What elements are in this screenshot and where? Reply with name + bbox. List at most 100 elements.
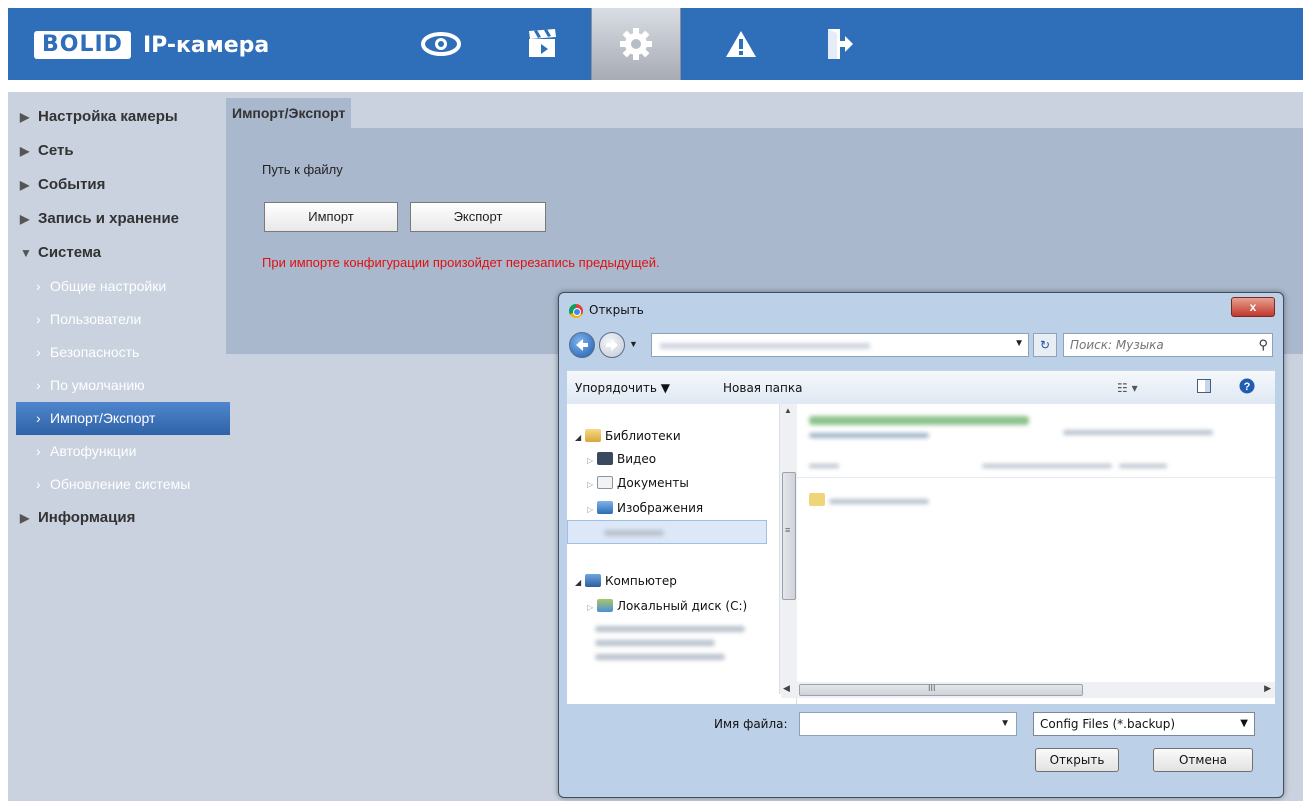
tree-images[interactable]: ▷ Изображения [587, 498, 703, 518]
tree-scrollbar[interactable]: ▲ ≡ ▼ [779, 404, 797, 694]
tree-local-disk[interactable]: ▷ Локальный диск (C:) [587, 596, 747, 616]
sidebar-item-label: Сеть [38, 142, 74, 159]
search-icon: ⚲ [1258, 337, 1268, 352]
scroll-left-icon[interactable]: ◀ [783, 683, 790, 694]
file-type-select[interactable]: Config Files (*.backup) ▼ [1033, 712, 1255, 736]
tree-label: Документы [616, 476, 689, 490]
nav-alarm-button[interactable] [696, 8, 786, 80]
scroll-up-icon[interactable]: ▲ [784, 406, 792, 415]
logo: BOLID IP-камера [34, 30, 269, 60]
sidebar-sub-update[interactable]: › Обновление системы [8, 468, 230, 501]
sidebar-item-label: События [38, 176, 106, 193]
sidebar-item-label: Настройка камеры [38, 108, 178, 125]
sidebar-item-camera[interactable]: ▶ Настройка камеры [8, 100, 230, 134]
sidebar-item-network[interactable]: ▶ Сеть [8, 134, 230, 168]
filename-label: Имя файла: [714, 717, 788, 731]
history-dropdown-icon[interactable]: ▼ [629, 339, 638, 349]
expand-arrow-icon: ▷ [587, 480, 594, 489]
sidebar-item-info[interactable]: ▶ Информация [8, 501, 230, 535]
triangle-right-icon: ▶ [20, 144, 30, 158]
sidebar-item-storage[interactable]: ▶ Запись и хранение [8, 202, 230, 236]
file-type-value: Config Files (*.backup) [1040, 717, 1176, 731]
tree-computer[interactable]: ◢ Компьютер [575, 571, 677, 591]
new-folder-button[interactable]: Новая папка [723, 381, 802, 395]
sidebar-item-system[interactable]: ▼ Система [8, 236, 230, 270]
sidebar-sub-defaults[interactable]: › По умолчанию [8, 369, 230, 402]
search-box[interactable]: ⚲ [1063, 333, 1273, 357]
tree-blurred-items [595, 626, 745, 660]
tree-documents[interactable]: ▷ Документы [587, 473, 689, 493]
export-button[interactable]: Экспорт [410, 202, 546, 232]
back-button[interactable] [569, 332, 595, 358]
view-options-icon[interactable]: ☷ ▾ [1117, 381, 1138, 395]
page: BOLID IP-камера ▶ Настройка камеры ▶ Сет… [0, 0, 1303, 801]
nav-logout-button[interactable] [794, 8, 884, 80]
nav-playback-button[interactable] [497, 8, 587, 80]
sidebar-sub-users[interactable]: › Пользователи [8, 303, 230, 336]
address-bar[interactable]: ▼ [651, 333, 1029, 357]
address-path-blurred [660, 343, 870, 349]
chevron-right-icon: › [36, 443, 41, 459]
search-input[interactable] [1064, 334, 1264, 356]
chrome-icon [569, 304, 583, 318]
open-button[interactable]: Открыть [1035, 748, 1119, 772]
header-bar: BOLID IP-камера [8, 8, 1303, 80]
open-file-dialog: Открыть x ▼ ▼ ↻ ⚲ Упорядочить ▼ Новая па… [558, 292, 1284, 798]
tree-video[interactable]: ▷ Видео [587, 449, 656, 469]
refresh-button[interactable]: ↻ [1033, 333, 1057, 357]
nav-settings-button[interactable] [591, 8, 681, 80]
disk-icon [596, 599, 613, 612]
file-hscrollbar[interactable]: ◀ III ▶ [781, 682, 1275, 698]
chevron-right-icon: › [36, 377, 41, 393]
sidebar-sub-label: Обновление системы [50, 476, 191, 492]
sidebar-sub-autofunctions[interactable]: › Автофункции [8, 435, 230, 468]
tree-scroll-thumb[interactable]: ≡ [782, 472, 796, 600]
sidebar-item-label: Система [38, 244, 102, 261]
expand-arrow-icon: ▷ [587, 505, 594, 514]
preview-pane-icon[interactable] [1197, 379, 1211, 396]
sidebar-sub-general[interactable]: › Общие настройки [8, 270, 230, 303]
filename-field[interactable]: ▼ [799, 712, 1017, 736]
arrow-right-icon [606, 339, 618, 351]
import-button[interactable]: Импорт [264, 202, 398, 232]
file-list: ◀ III ▶ [781, 404, 1275, 704]
expand-arrow-icon: ◢ [575, 578, 582, 587]
tab-import-export[interactable]: Импорт/Экспорт [226, 98, 352, 128]
help-icon[interactable]: ? [1239, 378, 1255, 397]
documents-icon [596, 476, 613, 489]
expand-arrow-icon: ▷ [587, 603, 594, 612]
cancel-button[interactable]: Отмена [1153, 748, 1253, 772]
sidebar-item-label: Запись и хранение [38, 210, 180, 227]
expand-arrow-icon: ▷ [587, 456, 594, 465]
tree-label: Библиотеки [604, 429, 681, 443]
chevron-down-icon[interactable]: ▼ [1014, 338, 1024, 349]
sidebar-sub-label: Импорт/Экспорт [50, 410, 156, 426]
sidebar-sub-import-export[interactable]: › Импорт/Экспорт [16, 402, 230, 435]
libraries-icon [584, 429, 601, 442]
tree-label: Локальный диск (C:) [616, 599, 748, 613]
tab-bar: Импорт/Экспорт [226, 98, 352, 128]
sidebar-sub-label: Автофункции [50, 443, 137, 459]
logo-title: IP-камера [142, 32, 270, 58]
nav-live-view-button[interactable] [396, 8, 486, 80]
tree-music-selected[interactable] [567, 520, 767, 544]
file-hscroll-thumb[interactable]: III [799, 683, 1083, 696]
organize-menu[interactable]: Упорядочить ▼ [575, 381, 670, 395]
tree-label: Видео [616, 452, 657, 466]
scroll-right-icon[interactable]: ▶ [1264, 683, 1271, 694]
tree-libraries[interactable]: ◢ Библиотеки [575, 426, 681, 446]
filename-input[interactable] [800, 713, 990, 735]
refresh-icon: ↻ [1039, 338, 1051, 352]
file-row-blurred[interactable] [809, 492, 929, 507]
chevron-down-icon[interactable]: ▼ [1000, 718, 1010, 729]
navigation-tree: ◢ Библиотеки ▷ Видео ▷ Документы ▷ Изобр… [567, 404, 797, 704]
forward-button[interactable] [599, 332, 625, 358]
sidebar-sub-security[interactable]: › Безопасность [8, 336, 230, 369]
gear-icon [620, 28, 652, 60]
dialog-title: Открыть [589, 303, 644, 317]
sidebar-sub-label: Общие настройки [50, 278, 167, 294]
sidebar-item-events[interactable]: ▶ События [8, 168, 230, 202]
sidebar-item-label: Информация [38, 509, 136, 526]
close-button[interactable]: x [1231, 297, 1275, 317]
clapperboard-icon [529, 29, 556, 57]
